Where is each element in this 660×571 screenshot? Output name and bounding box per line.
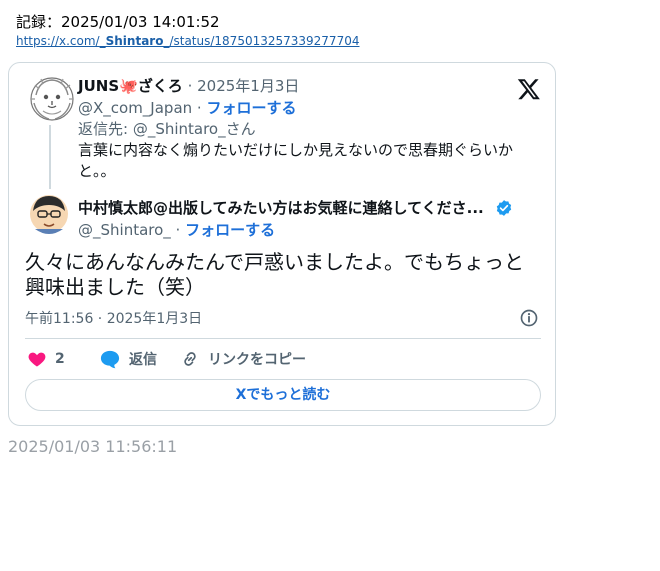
capture-timestamp: 2025/01/03 11:56:11 <box>8 437 178 456</box>
reply-header: JUNS🐙ざくろ · 2025年1月3日 <box>78 75 299 96</box>
like-count: 2 <box>55 351 65 367</box>
reply-action[interactable]: 返信 <box>99 349 157 369</box>
verified-icon <box>496 200 512 216</box>
replying-to: 返信先: @_Shintaro_さん <box>78 120 256 138</box>
x-logo-icon[interactable] <box>516 77 542 101</box>
thread-connector-line <box>49 125 51 189</box>
main-tweet-timestamp[interactable]: 午前11:56 · 2025年1月3日 <box>25 308 202 328</box>
tweet-url-link[interactable]: https://x.com/_Shintaro_/status/18750132… <box>16 34 359 48</box>
heart-icon <box>28 352 46 367</box>
reply-follow-button[interactable]: フォローする <box>206 99 296 117</box>
url-suffix: /status/1875013257339277704 <box>169 34 360 48</box>
main-author-name-row: 中村慎太郎@出版してみたい方はお気軽に連絡してくださ... <box>78 197 513 218</box>
link-icon <box>184 352 196 366</box>
record-timestamp: 記録：2025/01/03 14:01:52 <box>16 13 220 31</box>
main-author-handle[interactable]: @_Shintaro_ · <box>78 221 180 239</box>
copy-link-action[interactable]: リンクをコピー <box>180 349 306 369</box>
main-follow-button[interactable]: フォローする <box>185 221 275 239</box>
url-user: _Shintaro_ <box>99 34 170 48</box>
main-handle-row: @_Shintaro_ · フォローする <box>78 219 275 240</box>
reply-author-avatar[interactable] <box>29 75 75 123</box>
read-more-on-x-button[interactable]: Xでもっと読む <box>25 379 541 411</box>
main-tweet-text: 久々にあんなんみたんで戸惑いましたよ。でもちょっと興味出ました（笑） <box>25 250 524 299</box>
reply-label: 返信 <box>129 352 157 368</box>
like-action[interactable]: 2 <box>27 349 65 369</box>
reply-date[interactable]: · 2025年1月3日 <box>188 77 300 95</box>
actions-divider <box>25 338 541 339</box>
main-author-name[interactable]: 中村慎太郎@出版してみたい方はお気軽に連絡してくださ... <box>78 199 484 217</box>
embedded-tweet-card: JUNS🐙ざくろ · 2025年1月3日 @X_com_Japan · フォロー… <box>8 62 556 426</box>
reply-handle-row: @X_com_Japan · フォローする <box>78 97 296 118</box>
reply-author-handle[interactable]: @X_com_Japan · <box>78 99 202 117</box>
reply-tweet-text: 言葉に内容なく煽りたいだけにしか見えないので思春期ぐらいかと。。 <box>78 141 514 180</box>
copy-link-label: リンクをコピー <box>208 352 306 368</box>
url-prefix: https://x.com/ <box>16 34 100 48</box>
reply-bubble-icon <box>100 350 120 369</box>
reply-author-name[interactable]: JUNS🐙ざくろ <box>78 77 183 95</box>
main-author-avatar[interactable] <box>29 193 69 235</box>
info-icon[interactable] <box>519 308 539 328</box>
